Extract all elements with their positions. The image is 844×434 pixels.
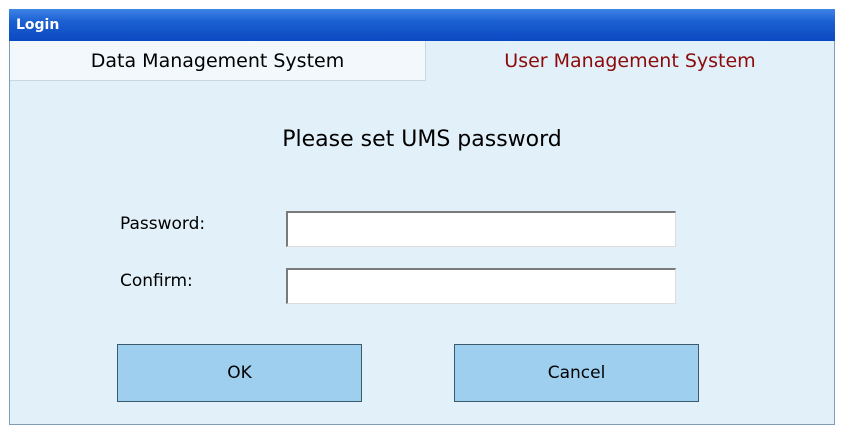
login-window: Login Data Management System User Manage… [9,9,835,425]
confirm-label: Confirm: [120,271,193,291]
tab-data-management-system[interactable]: Data Management System [10,41,426,81]
password-label: Password: [120,214,206,234]
page-heading: Please set UMS password [282,127,562,152]
ok-button[interactable]: OK [117,344,362,402]
cancel-button[interactable]: Cancel [454,344,699,402]
confirm-field[interactable] [286,268,676,304]
tab-user-management-system[interactable]: User Management System [426,41,834,81]
window-title: Login [9,9,835,41]
password-field[interactable] [286,211,676,247]
